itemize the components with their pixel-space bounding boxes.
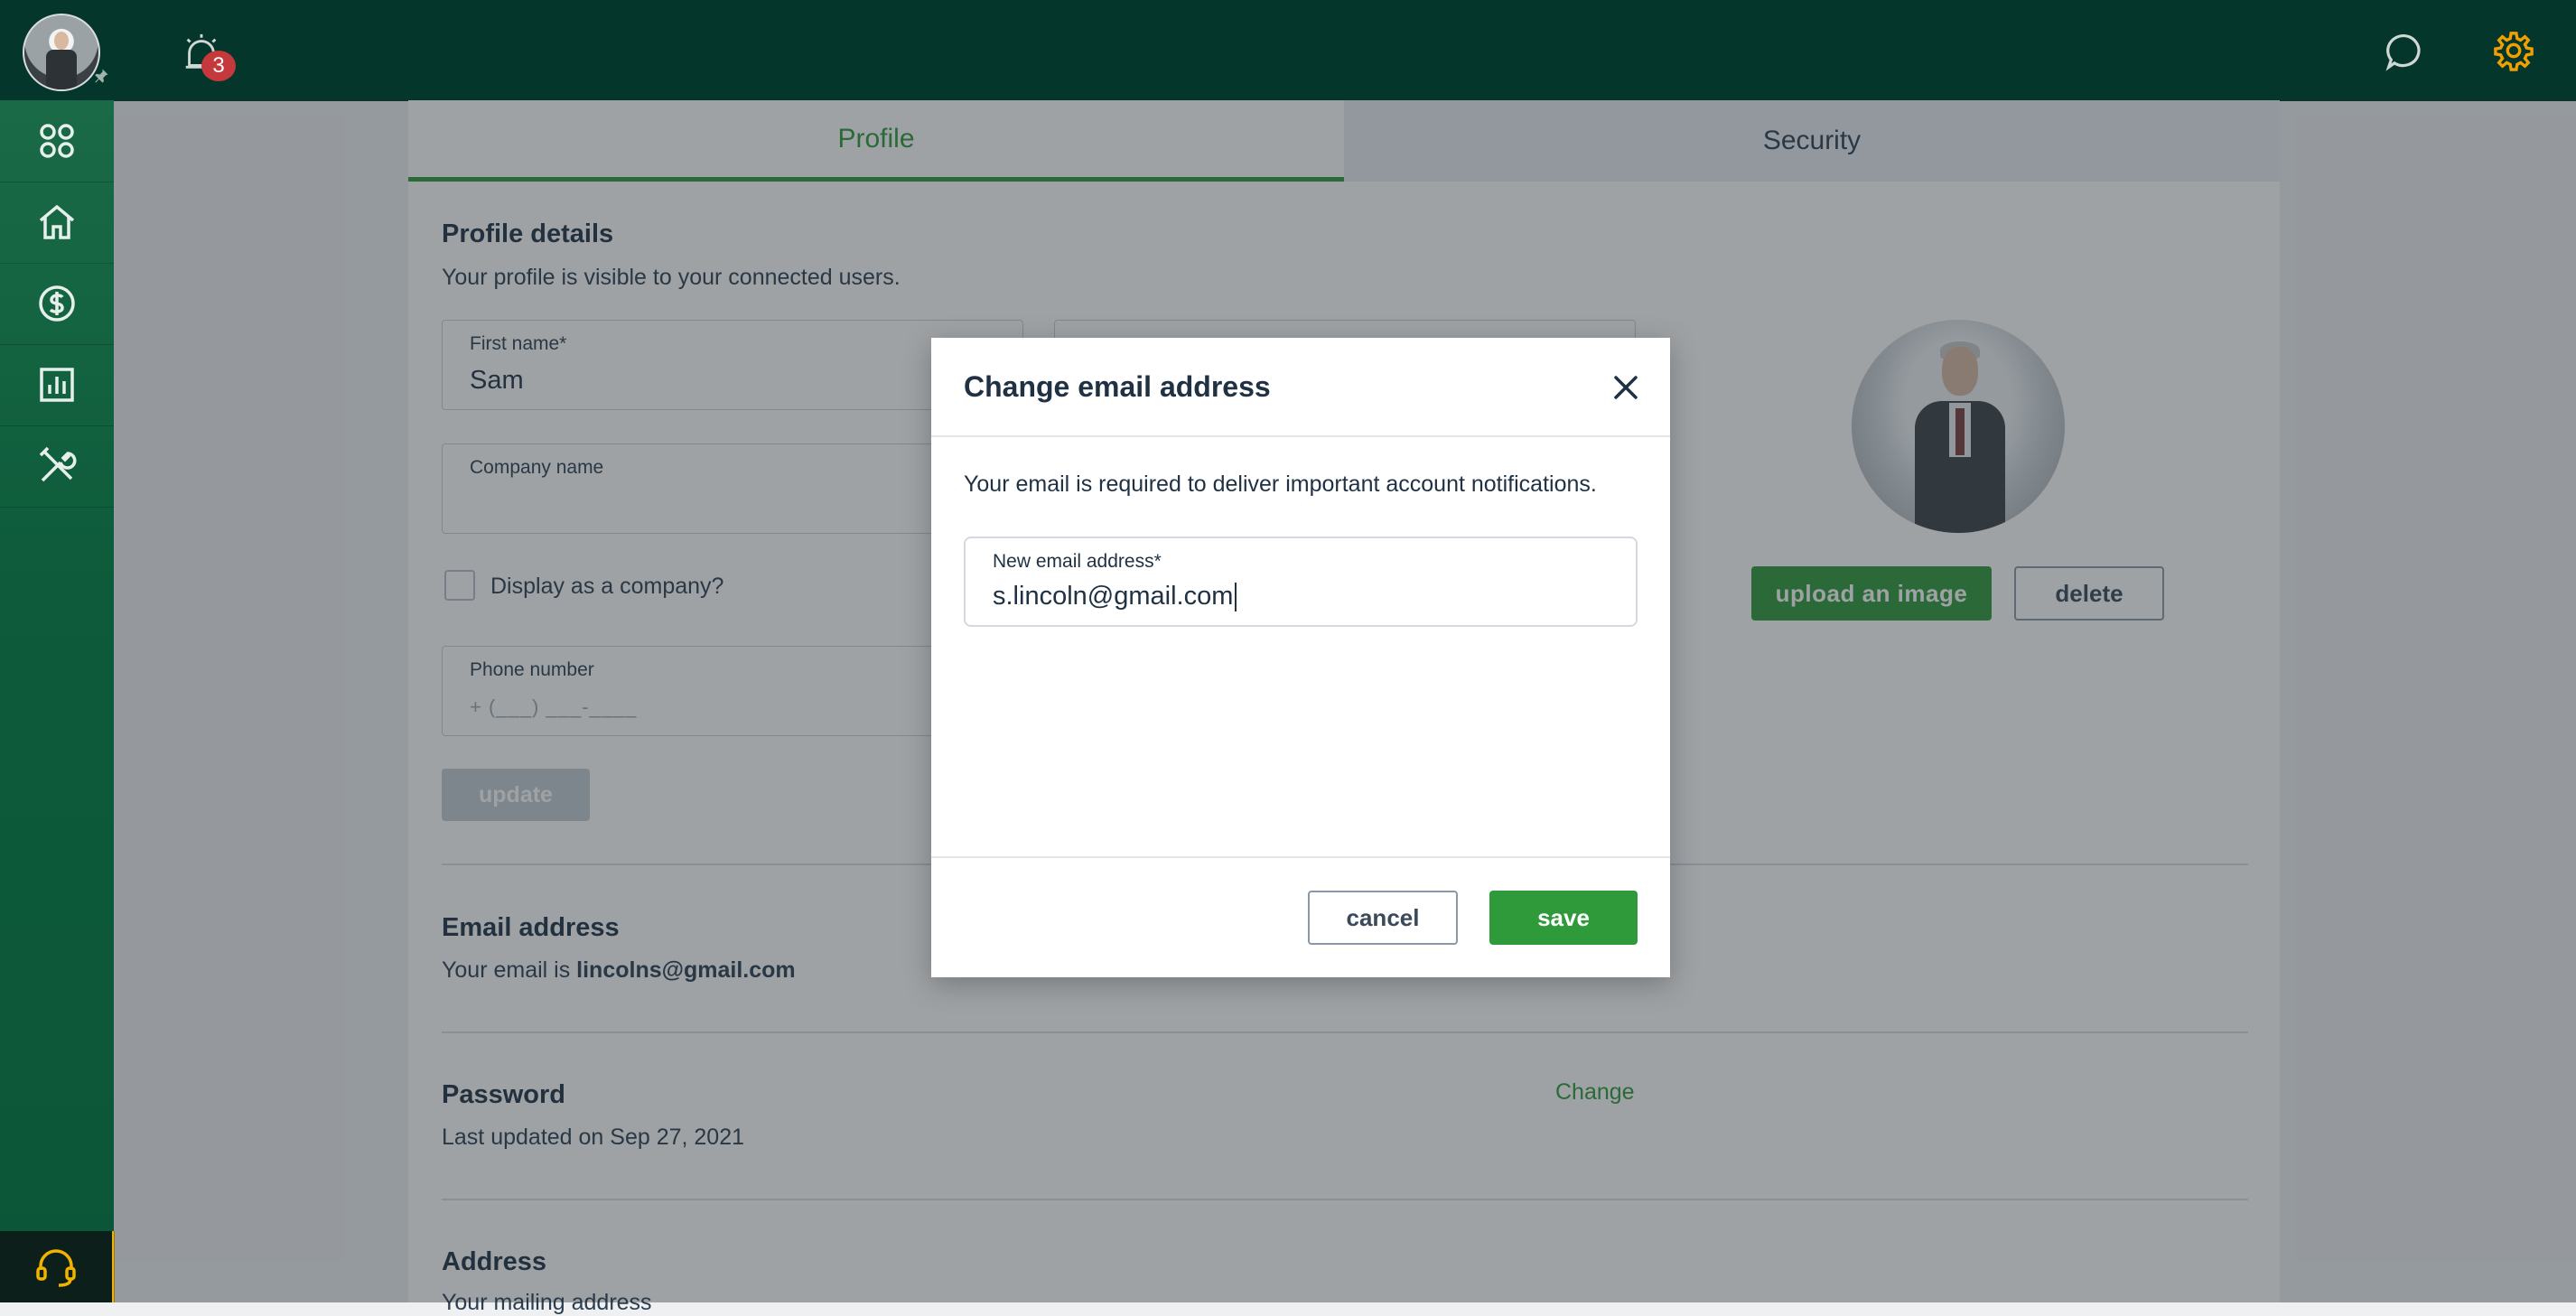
gear-icon[interactable] — [2493, 30, 2534, 71]
home-icon — [39, 204, 75, 239]
text-caret — [1235, 583, 1237, 612]
sidebar-item-finance[interactable] — [0, 263, 114, 345]
apps-grid-icon — [40, 124, 74, 158]
pin-icon — [95, 69, 108, 83]
headset-icon — [36, 1248, 76, 1287]
tools-icon — [39, 446, 77, 482]
chat-icon[interactable] — [2385, 32, 2424, 71]
save-button[interactable]: save — [1489, 891, 1638, 945]
sidebar-item-apps[interactable] — [0, 100, 114, 182]
sidebar-item-tools[interactable] — [0, 425, 114, 508]
dollar-icon — [39, 285, 75, 322]
sidebar-item-home[interactable] — [0, 182, 114, 264]
notification-badge: 3 — [201, 51, 236, 81]
change-email-dialog: Change email address Your email is requi… — [931, 338, 1670, 977]
new-email-value: s.lincoln@gmail.com — [993, 582, 1234, 611]
new-email-input[interactable]: s.lincoln@gmail.com — [993, 582, 1237, 612]
sidebar — [0, 100, 114, 1302]
top-bar: 3 — [0, 0, 2576, 101]
dialog-footer: cancel save — [931, 856, 1670, 979]
dialog-header: Change email address — [931, 338, 1670, 437]
sidebar-item-reports[interactable] — [0, 344, 114, 426]
dialog-title: Change email address — [964, 370, 1271, 403]
new-email-label: New email address* — [993, 551, 1162, 572]
bar-chart-icon — [40, 368, 74, 402]
close-icon[interactable] — [1610, 372, 1641, 403]
cancel-button[interactable]: cancel — [1308, 891, 1458, 945]
dialog-description: Your email is required to deliver import… — [964, 471, 1597, 497]
support-button[interactable] — [0, 1231, 115, 1302]
user-avatar[interactable] — [23, 14, 100, 91]
new-email-field[interactable]: New email address* s.lincoln@gmail.com — [964, 537, 1638, 627]
